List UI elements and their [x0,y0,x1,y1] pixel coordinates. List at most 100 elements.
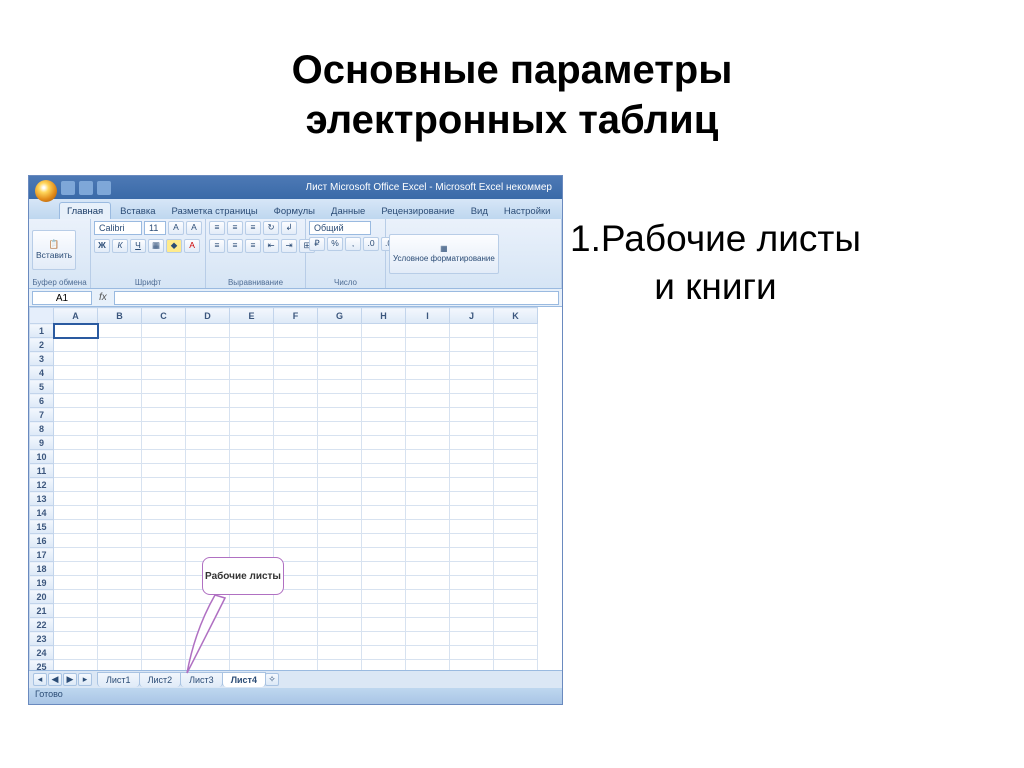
cell[interactable] [318,408,362,422]
underline-button[interactable]: Ч [130,239,146,253]
cell[interactable] [450,492,494,506]
cell[interactable] [450,338,494,352]
sheet-nav-next[interactable]: ▶ [63,673,77,686]
cell[interactable] [54,562,98,576]
cell[interactable] [54,408,98,422]
name-box[interactable]: A1 [32,291,92,305]
cell[interactable] [450,436,494,450]
font-size-select[interactable]: 11 [144,221,166,235]
cell[interactable] [142,352,186,366]
cell[interactable] [274,660,318,671]
select-all-corner[interactable] [30,308,54,324]
cell[interactable] [406,534,450,548]
cell[interactable] [230,632,274,646]
cell[interactable] [54,478,98,492]
row-header[interactable]: 1 [30,324,54,338]
cell[interactable] [54,352,98,366]
cell[interactable] [142,660,186,671]
cell[interactable] [142,464,186,478]
col-header[interactable]: J [450,308,494,324]
cell[interactable] [494,548,538,562]
border-button[interactable]: ▦ [148,239,164,253]
cell[interactable] [54,632,98,646]
cell[interactable] [230,394,274,408]
cell[interactable] [318,660,362,671]
cell[interactable] [318,464,362,478]
cell[interactable] [142,366,186,380]
grow-font-button[interactable]: A [168,221,184,235]
shrink-font-button[interactable]: A [186,221,202,235]
cell[interactable] [142,380,186,394]
cell[interactable] [274,338,318,352]
cell[interactable] [406,408,450,422]
cell[interactable] [450,618,494,632]
cell[interactable] [98,394,142,408]
cell[interactable] [450,632,494,646]
cell[interactable] [274,436,318,450]
cell[interactable] [230,436,274,450]
cell[interactable] [230,506,274,520]
formula-input[interactable] [114,291,559,305]
row-header[interactable]: 23 [30,632,54,646]
cell[interactable] [186,394,230,408]
sheet-tab-1[interactable]: Лист1 [97,672,140,687]
tab-view[interactable]: Вид [464,203,495,219]
cell[interactable] [450,324,494,338]
cell[interactable] [98,408,142,422]
cell[interactable] [274,506,318,520]
cell[interactable] [494,492,538,506]
cell[interactable] [318,422,362,436]
row-header[interactable]: 4 [30,366,54,380]
cell[interactable] [274,520,318,534]
new-sheet-button[interactable]: ✧ [265,673,279,686]
cell[interactable] [142,576,186,590]
cell[interactable] [494,632,538,646]
cell[interactable] [54,660,98,671]
cell[interactable] [274,534,318,548]
font-color-button[interactable]: A [184,239,200,253]
cell[interactable] [98,562,142,576]
cell[interactable] [494,380,538,394]
cell[interactable] [406,618,450,632]
cell[interactable] [450,660,494,671]
cell[interactable] [98,422,142,436]
row-header[interactable]: 14 [30,506,54,520]
col-header[interactable]: F [274,308,318,324]
cell[interactable] [406,394,450,408]
cell[interactable] [274,422,318,436]
cell[interactable] [362,618,406,632]
cell[interactable] [450,576,494,590]
cell[interactable] [186,478,230,492]
cell[interactable] [186,450,230,464]
align-middle-button[interactable]: ≡ [227,221,243,235]
cell[interactable] [450,408,494,422]
cell[interactable] [406,632,450,646]
col-header[interactable]: K [494,308,538,324]
cell[interactable] [318,436,362,450]
cell[interactable] [362,660,406,671]
cell[interactable] [98,450,142,464]
align-right-button[interactable]: ≡ [245,239,261,253]
cell[interactable] [450,352,494,366]
cell[interactable] [98,660,142,671]
cell[interactable] [362,492,406,506]
qat-save-icon[interactable] [61,181,75,195]
cell[interactable] [54,534,98,548]
cell[interactable] [142,408,186,422]
cell[interactable] [494,394,538,408]
cell[interactable] [54,520,98,534]
qat-undo-icon[interactable] [79,181,93,195]
cell[interactable] [98,646,142,660]
cell[interactable] [318,450,362,464]
cell[interactable] [230,604,274,618]
comma-button[interactable]: , [345,237,361,251]
col-header[interactable]: A [54,308,98,324]
cell[interactable] [142,338,186,352]
cell[interactable] [362,478,406,492]
cell[interactable] [494,408,538,422]
cell[interactable] [142,548,186,562]
row-header[interactable]: 3 [30,352,54,366]
cell[interactable] [362,380,406,394]
cell[interactable] [98,436,142,450]
cell[interactable] [362,576,406,590]
